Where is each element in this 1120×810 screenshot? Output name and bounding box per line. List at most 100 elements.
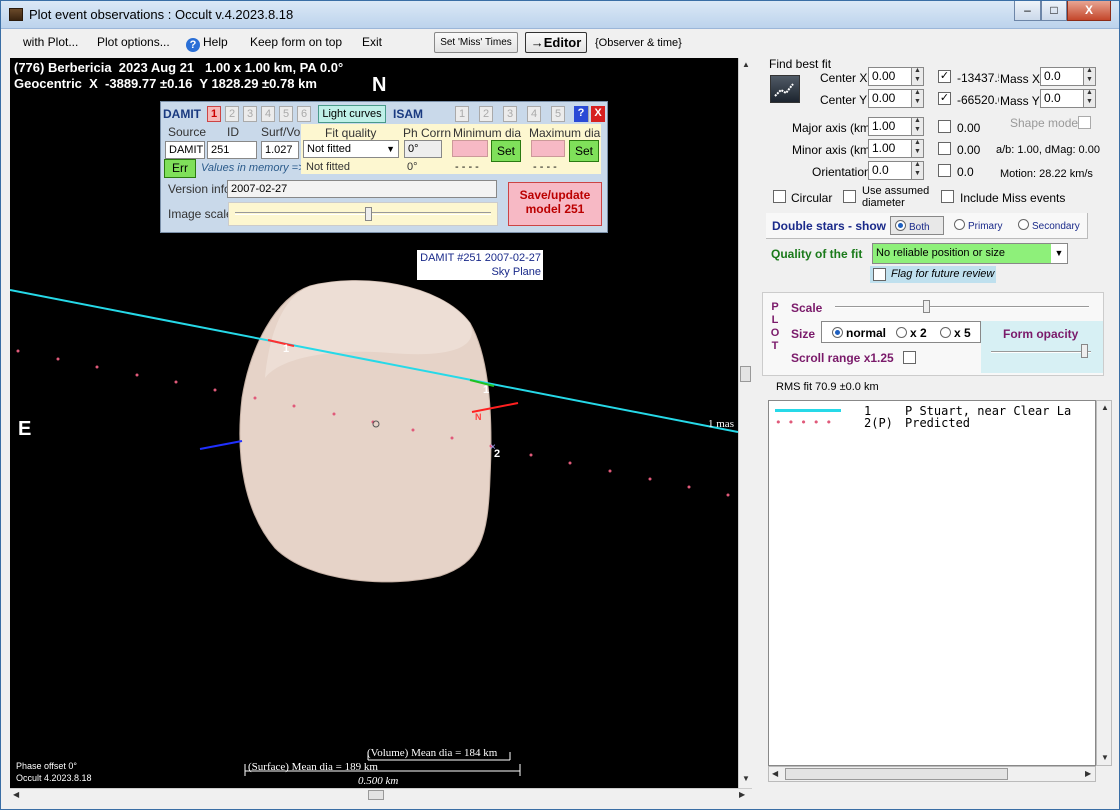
size-normal[interactable]: normal [832,326,886,340]
predicted-dot [135,373,139,377]
north-label: N [372,74,387,96]
image-scale-slider[interactable] [228,202,498,226]
scroll-right-arrow[interactable]: ▶ [739,790,745,799]
ph-corr-field[interactable]: 0° [404,140,442,158]
legend-scroll-left[interactable]: ◀ [772,769,778,778]
use-assumed-checkbox[interactable] [843,190,856,203]
scroll-left-arrow[interactable]: ◀ [13,790,19,799]
close-button[interactable]: X [1067,1,1111,21]
damit-model-2[interactable]: 2 [225,106,239,122]
save-update-model-button[interactable]: Save/update model 251 [508,182,602,226]
set-miss-times-button[interactable]: Set 'Miss' Times [434,32,518,53]
legend-vertical-scrollbar[interactable]: ▲ ▼ [1096,400,1112,766]
damit-model-3[interactable]: 3 [243,106,257,122]
plot-vscroll-thumb[interactable] [740,366,751,382]
plot-letter-p: P [771,301,779,313]
observer-legend[interactable]: 1 P Stuart, near Clear La ••••• 2(P) Pre… [768,400,1096,766]
shape-model-label: Shape model [1010,116,1081,130]
flag-review-checkbox[interactable] [873,268,886,281]
find-best-fit-button[interactable] [770,75,800,103]
plot-hscroll-thumb[interactable] [368,790,384,800]
isam-model-2[interactable]: 2 [479,106,493,122]
minor-axis-input[interactable]: 1.00 [868,139,912,158]
damit-model-5[interactable]: 5 [279,106,293,122]
mass-x-input[interactable]: 0.0 [1040,67,1084,86]
scroll-down-arrow[interactable]: ▼ [742,774,750,783]
damit-model-6[interactable]: 6 [297,106,311,122]
source-field[interactable]: DAMIT [165,141,205,159]
major-axis-fit-checkbox[interactable] [938,120,951,133]
mass-x-spinner[interactable] [1083,67,1096,86]
isam-model-5[interactable]: 5 [551,106,565,122]
menu-help[interactable]: ? Help [186,35,228,52]
size-x2[interactable]: x 2 [896,326,927,340]
plot-vertical-scrollbar[interactable]: ▲ ▼ [738,58,752,788]
mass-y-input[interactable]: 0.0 [1040,89,1084,108]
scale-slider[interactable] [831,297,1093,317]
version-info-field[interactable]: 2007-02-27 [227,180,497,198]
min-dia-memory: - - - - [455,161,479,173]
minimize-button[interactable]: – [1014,1,1041,21]
center-x-fit-checkbox[interactable]: ✓ [938,70,951,83]
isam-model-4[interactable]: 4 [527,106,541,122]
surf-vol-field[interactable]: 1.027 [261,141,299,159]
legend-scroll-down[interactable]: ▼ [1101,753,1109,762]
damit-model-1[interactable]: 1 [207,106,221,122]
damit-close-button[interactable]: X [591,106,605,122]
legend-scroll-up[interactable]: ▲ [1101,403,1109,412]
shape-model-checkbox[interactable] [1078,116,1091,129]
orientation-fit-checkbox[interactable] [938,164,951,177]
quality-dropdown-icon: ▼ [1051,244,1067,263]
predicted-dot [648,477,652,481]
center-x-spinner[interactable] [911,67,924,86]
legend-horizontal-scrollbar[interactable]: ◀ ▶ [768,766,1096,782]
both-radio [895,220,906,231]
damit-model-4[interactable]: 4 [261,106,275,122]
circular-checkbox[interactable] [773,190,786,203]
orientation-input[interactable]: 0.0 [868,161,912,180]
mass-y-spinner[interactable] [1083,89,1096,108]
scroll-range-checkbox[interactable] [903,351,916,364]
menu-with-plot[interactable]: with Plot... [23,35,78,49]
menu-plot-options[interactable]: Plot options... [97,35,170,49]
double-stars-both[interactable]: Both [890,216,944,235]
scale-thumb[interactable] [923,300,930,313]
fit-quality-select[interactable]: Not fitted ▼ [303,140,399,158]
size-x5[interactable]: x 5 [940,326,971,340]
minor-axis-fit-checkbox[interactable] [938,142,951,155]
image-scale-thumb[interactable] [365,207,372,221]
id-field[interactable]: 251 [207,141,257,159]
isam-model-1[interactable]: 1 [455,106,469,122]
legend-scroll-right[interactable]: ▶ [1085,769,1091,778]
scroll-up-arrow[interactable]: ▲ [742,60,750,69]
min-dia-set-button[interactable]: Set [491,140,521,162]
err-button[interactable]: Err [164,159,196,178]
center-y-fit-checkbox[interactable]: ✓ [938,92,951,105]
center-x-input[interactable]: 0.00 [868,67,912,86]
maximize-button[interactable]: □ [1041,1,1067,21]
minor-axis-spinner[interactable] [911,139,924,158]
legend-hscroll-thumb[interactable] [785,768,1008,780]
quality-fit-select[interactable]: No reliable position or size ▼ [872,243,1068,264]
double-stars-secondary[interactable]: Secondary [1018,219,1080,232]
damit-help-button[interactable]: ? [574,106,588,122]
include-miss-checkbox[interactable] [941,190,954,203]
major-axis-input[interactable]: 1.00 [868,117,912,136]
menu-keep-on-top[interactable]: Keep form on top [250,35,342,49]
plot-horizontal-scrollbar[interactable]: ◀ ▶ [10,788,752,802]
predicted-dot [95,365,99,369]
menu-exit[interactable]: Exit [362,35,382,49]
light-curves-button[interactable]: Light curves [318,105,386,123]
form-opacity-thumb[interactable] [1081,344,1088,358]
center-y-input[interactable]: 0.00 [868,89,912,108]
major-axis-spinner[interactable] [911,117,924,136]
max-dia-set-button[interactable]: Set [569,140,599,162]
double-stars-primary[interactable]: Primary [954,219,1002,232]
predicted-dot [174,380,178,384]
editor-button[interactable]: →Editor [525,32,587,53]
orientation-spinner[interactable] [911,161,924,180]
flag-review-area: Flag for future review [870,266,996,283]
center-y-spinner[interactable] [911,89,924,108]
isam-model-3[interactable]: 3 [503,106,517,122]
help-icon: ? [186,38,200,52]
